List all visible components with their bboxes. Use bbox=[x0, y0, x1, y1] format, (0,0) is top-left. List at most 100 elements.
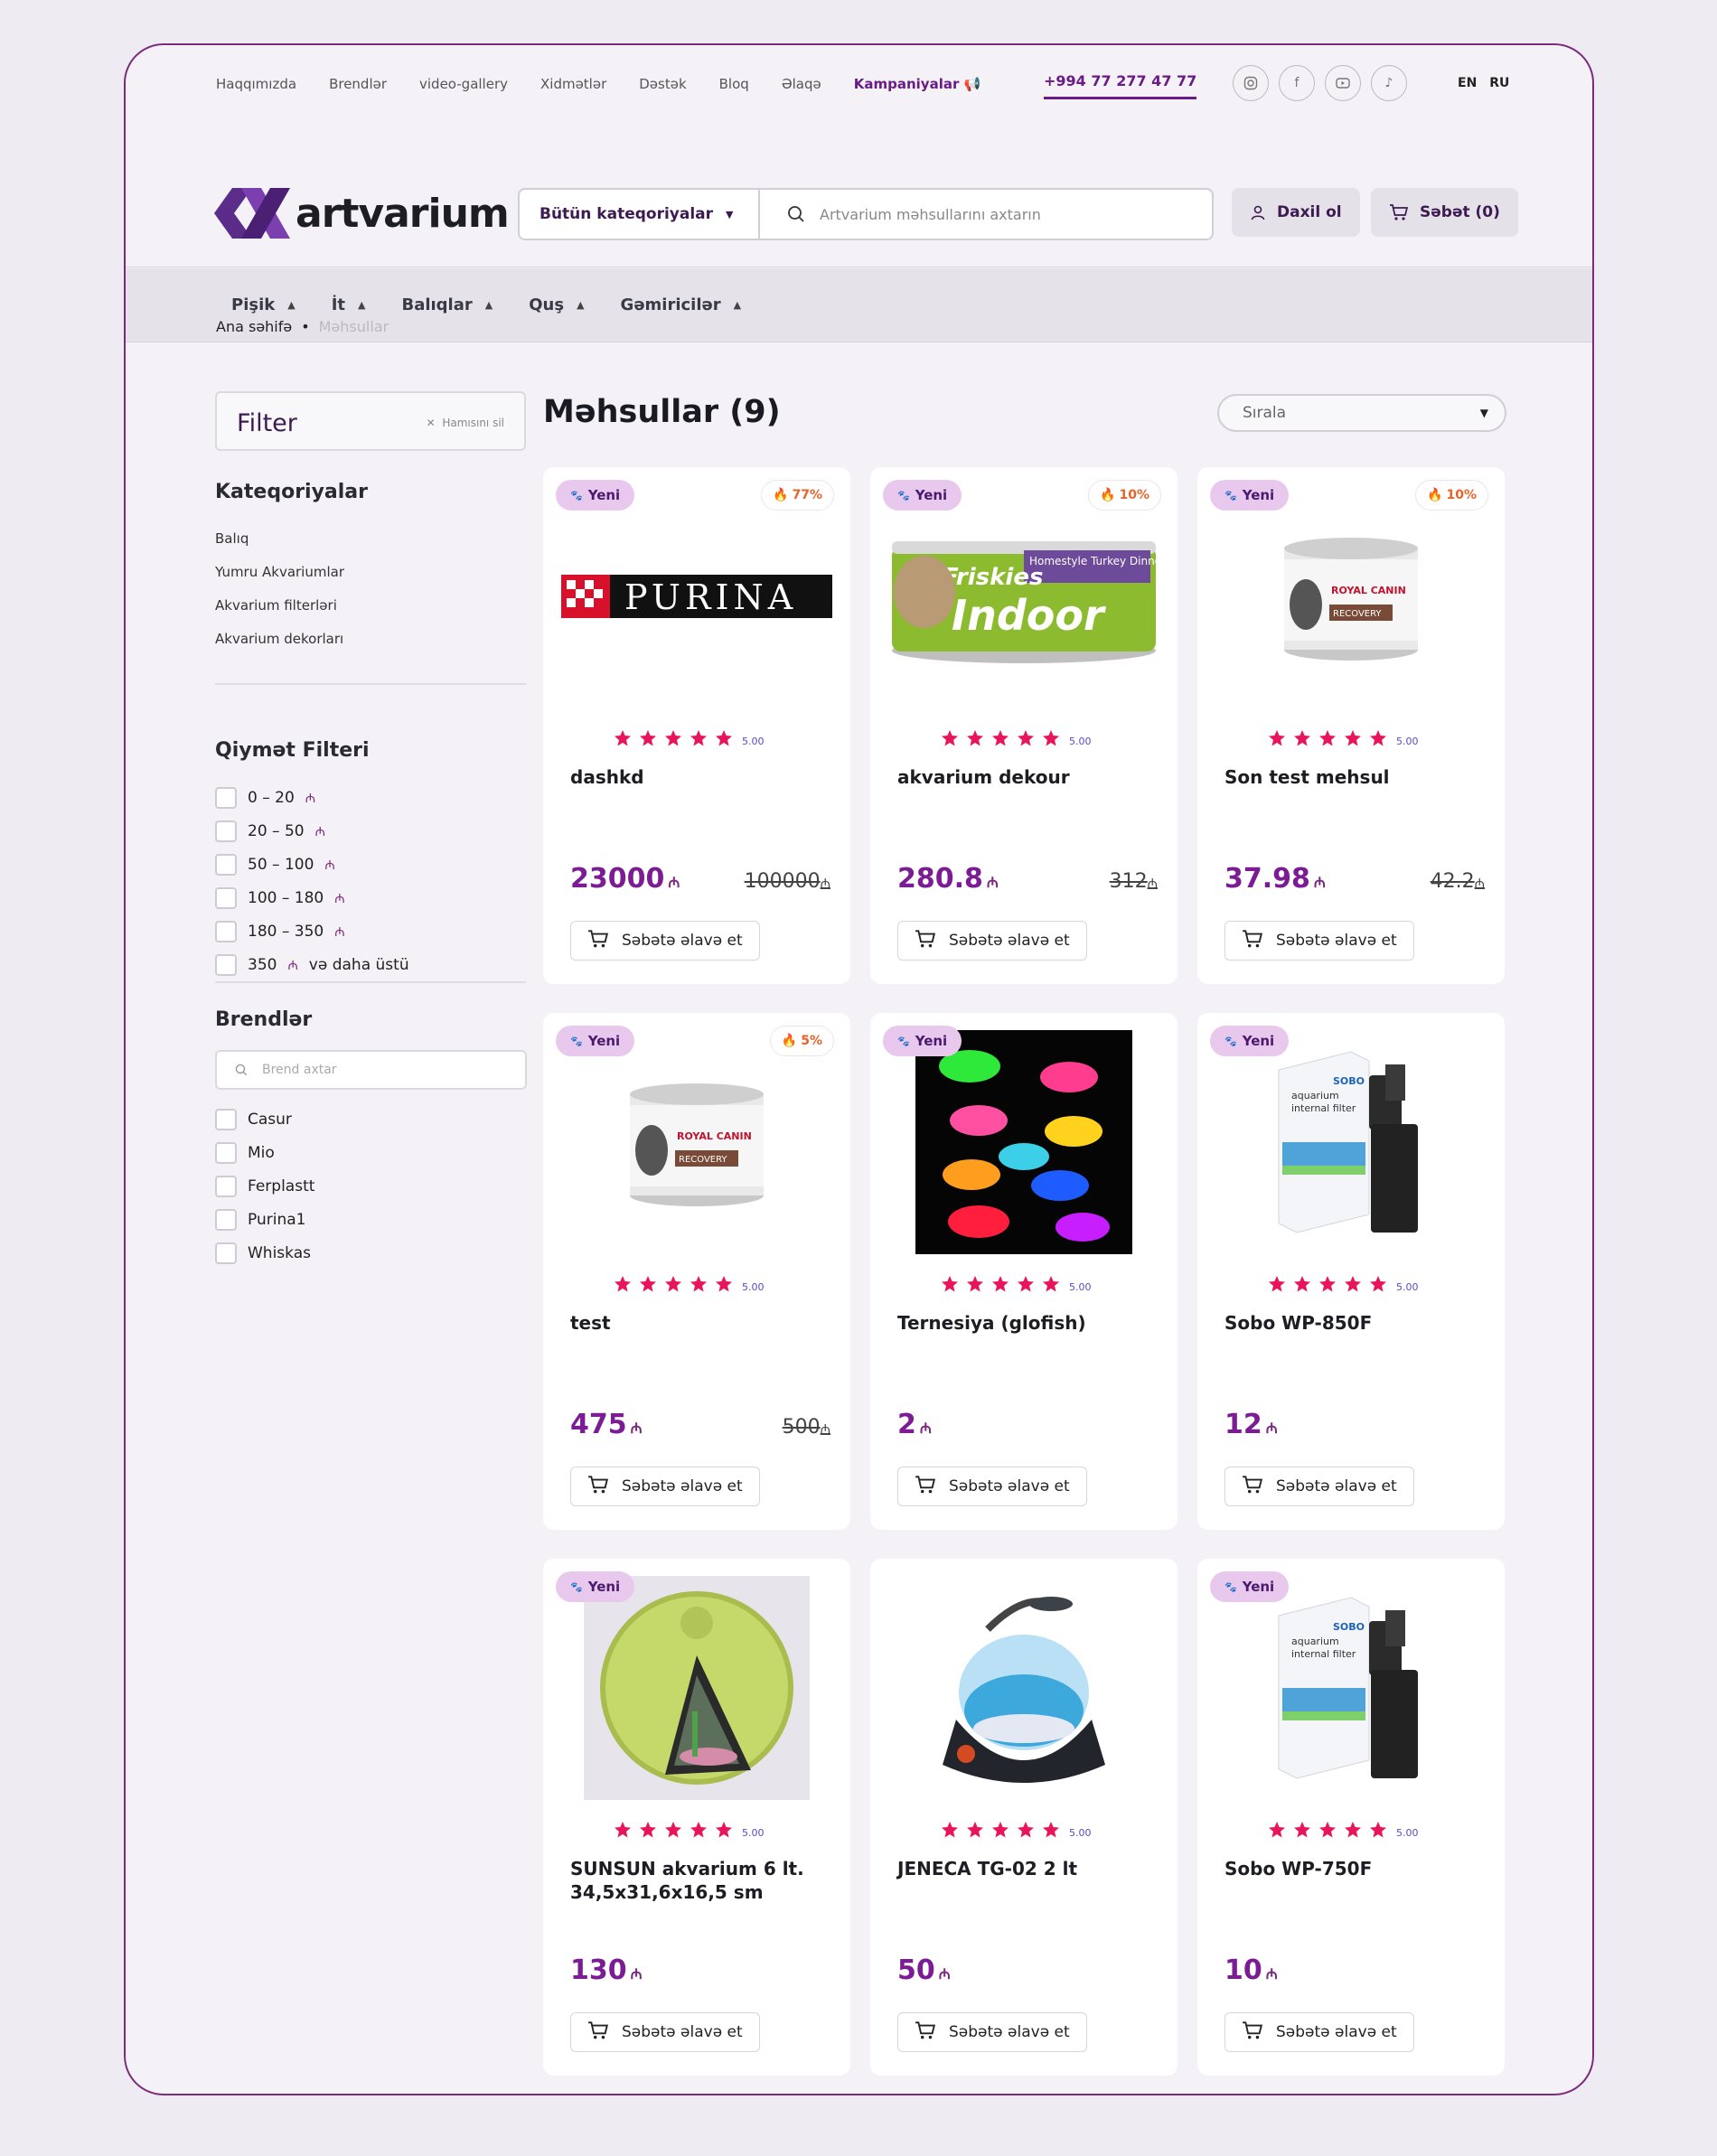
checkbox[interactable] bbox=[215, 921, 237, 942]
product-card[interactable]: 🐾 Yeni 5.00 Ternesiya (glofish) 2 ₼ Səbətə əla… bbox=[870, 1013, 1178, 1530]
category-item[interactable]: Akvarium dekorları bbox=[215, 623, 344, 656]
nav-label: Quş bbox=[529, 295, 565, 314]
product-name[interactable]: Sobo WP-850F bbox=[1224, 1311, 1487, 1335]
checkbox[interactable] bbox=[215, 820, 237, 842]
product-name[interactable]: Sobo WP-750F bbox=[1224, 1857, 1487, 1880]
currency-icon: ₼ bbox=[938, 1965, 951, 1983]
checkbox[interactable] bbox=[215, 1209, 237, 1231]
price-option[interactable]: 0 – 20 ₼ bbox=[215, 786, 409, 810]
product-card[interactable]: 5.00 JENECA TG-02 2 lt 50 ₼ Səbətə əlavə et bbox=[870, 1559, 1178, 2076]
checkbox[interactable] bbox=[215, 887, 237, 909]
price-option[interactable]: 350 ₼ və daha üstü bbox=[215, 953, 409, 977]
link-support[interactable]: Dəstək bbox=[639, 76, 686, 92]
product-image[interactable] bbox=[870, 1575, 1178, 1801]
product-name[interactable]: test bbox=[570, 1311, 832, 1335]
brand-option[interactable]: Mio bbox=[215, 1141, 314, 1165]
phone-link[interactable]: +994 77 277 47 77 bbox=[1044, 72, 1197, 99]
checkbox[interactable] bbox=[215, 854, 237, 876]
product-image[interactable]: aquarium internal filter SOBO bbox=[1197, 1029, 1505, 1255]
product-image[interactable]: Homestyle Turkey Dinner Friskies Indoor bbox=[870, 483, 1178, 709]
add-to-cart-button[interactable]: Səbətə əlavə et bbox=[1224, 1467, 1414, 1506]
product-name[interactable]: Ternesiya (glofish) bbox=[897, 1311, 1159, 1335]
brand-option[interactable]: Casur bbox=[215, 1108, 314, 1131]
link-contact[interactable]: Əlaqə bbox=[782, 76, 821, 92]
category-item[interactable]: Balıq bbox=[215, 522, 344, 556]
search-input[interactable]: Artvarium məhsullarını axtarın bbox=[760, 205, 1212, 223]
product-name[interactable]: akvarium dekour bbox=[897, 765, 1159, 789]
breadcrumb-home[interactable]: Ana səhifə bbox=[216, 318, 292, 335]
add-to-cart-button[interactable]: Səbətə əlavə et bbox=[1224, 2012, 1414, 2052]
star-icon bbox=[1268, 1821, 1286, 1844]
tiktok-icon[interactable]: ♪ bbox=[1371, 65, 1407, 101]
lang-ru[interactable]: RU bbox=[1489, 76, 1509, 90]
add-to-cart-button[interactable]: Səbətə əlavə et bbox=[1224, 921, 1414, 961]
product-name[interactable]: SUNSUN akvarium 6 lt. 34,5x31,6x16,5 sm bbox=[570, 1857, 832, 1904]
logo[interactable]: artvarium bbox=[214, 186, 510, 240]
link-about[interactable]: Haqqımızda bbox=[216, 76, 296, 92]
product-image[interactable]: ROYAL CANIN RECOVERY bbox=[1197, 483, 1505, 709]
product-image[interactable]: PURINA bbox=[543, 483, 850, 709]
product-image[interactable]: ROYAL CANIN RECOVERY bbox=[543, 1029, 850, 1255]
nav-item-fish[interactable]: Balıqlar ▲ bbox=[401, 295, 493, 314]
category-select[interactable]: Bütün kateqoriyalar ▼ bbox=[520, 190, 760, 239]
checkbox[interactable] bbox=[215, 1176, 237, 1197]
login-button[interactable]: Daxil ol bbox=[1232, 188, 1360, 237]
add-to-cart-button[interactable]: Səbətə əlavə et bbox=[570, 921, 760, 961]
product-card[interactable]: aquarium internal filter SOBO 🐾 Yeni 5.00 Sobo… bbox=[1197, 1013, 1505, 1530]
cart-icon bbox=[915, 1475, 936, 1499]
checkbox[interactable] bbox=[215, 1142, 237, 1164]
link-blog[interactable]: Bloq bbox=[719, 76, 749, 92]
product-name[interactable]: dashkd bbox=[570, 765, 832, 789]
link-video-gallery[interactable]: video-gallery bbox=[419, 76, 508, 92]
brand-option[interactable]: Whiskas bbox=[215, 1242, 314, 1265]
sort-select[interactable]: Sırala ▼ bbox=[1217, 394, 1506, 432]
clear-all-button[interactable]: ✕ Hamısını sil bbox=[427, 417, 504, 429]
facebook-icon[interactable]: f bbox=[1279, 65, 1315, 101]
nav-item-bird[interactable]: Quş ▲ bbox=[529, 295, 584, 314]
youtube-icon[interactable] bbox=[1325, 65, 1361, 101]
checkbox[interactable] bbox=[215, 1242, 237, 1264]
price-option[interactable]: 50 – 100 ₼ bbox=[215, 853, 409, 876]
star-icon bbox=[1318, 1275, 1337, 1298]
nav-item-rodents[interactable]: Gəmiricilər ▲ bbox=[621, 295, 742, 314]
instagram-icon[interactable] bbox=[1233, 65, 1269, 101]
category-item[interactable]: Yumru Akvariumlar bbox=[215, 556, 344, 589]
add-to-cart-button[interactable]: Səbətə əlavə et bbox=[570, 2012, 760, 2052]
brand-option[interactable]: Purina1 bbox=[215, 1208, 314, 1232]
price-option[interactable]: 180 – 350 ₼ bbox=[215, 920, 409, 943]
price-option[interactable]: 100 – 180 ₼ bbox=[215, 886, 409, 910]
product-image[interactable]: aquarium internal filter SOBO bbox=[1197, 1575, 1505, 1801]
product-image[interactable] bbox=[543, 1575, 850, 1801]
link-campaigns[interactable]: Kampaniyalar 📢 bbox=[854, 76, 981, 92]
search-icon bbox=[235, 1064, 248, 1076]
checkbox[interactable] bbox=[215, 954, 237, 976]
brand-option[interactable]: Ferplastt bbox=[215, 1175, 314, 1198]
add-to-cart-button[interactable]: Səbətə əlavə et bbox=[570, 1467, 760, 1506]
product-card[interactable]: Homestyle Turkey Dinner Friskies Indoor 🐾 Ye… bbox=[870, 467, 1178, 984]
star-icon bbox=[1293, 729, 1311, 753]
price-option[interactable]: 20 – 50 ₼ bbox=[215, 820, 409, 843]
product-name[interactable]: Son test mehsul bbox=[1224, 765, 1487, 789]
product-card[interactable]: PURINA 🐾 Yeni 🔥 77% 5.00 dashkd 23000 ₼ 100000₼ Sə… bbox=[543, 467, 850, 984]
currency-icon: ₼ bbox=[1474, 876, 1485, 891]
category-item[interactable]: Akvarium filterləri bbox=[215, 589, 344, 623]
brand-search-input[interactable]: Brend axtar bbox=[215, 1050, 527, 1090]
lang-en[interactable]: EN bbox=[1458, 76, 1477, 90]
product-name[interactable]: JENECA TG-02 2 lt bbox=[897, 1857, 1159, 1880]
checkbox[interactable] bbox=[215, 1109, 237, 1130]
link-brands[interactable]: Brendlər bbox=[329, 76, 387, 92]
brand-label: Mio bbox=[248, 1144, 275, 1162]
add-to-cart-button[interactable]: Səbətə əlavə et bbox=[897, 2012, 1087, 2052]
product-card[interactable]: ROYAL CANIN RECOVERY 🐾 Yeni 🔥 5% 5.00 test 475 ₼ 5… bbox=[543, 1013, 850, 1530]
product-card[interactable]: aquarium internal filter SOBO 🐾 Yeni 5.00 Sobo… bbox=[1197, 1559, 1505, 2076]
product-image[interactable] bbox=[870, 1029, 1178, 1255]
checkbox[interactable] bbox=[215, 787, 237, 809]
nav-item-cat[interactable]: Pişik ▲ bbox=[231, 295, 296, 314]
link-services[interactable]: Xidmətlər bbox=[540, 76, 606, 92]
add-to-cart-button[interactable]: Səbətə əlavə et bbox=[897, 1467, 1087, 1506]
product-card[interactable]: ROYAL CANIN RECOVERY 🐾 Yeni 🔥 10% 5.00 Son test… bbox=[1197, 467, 1505, 984]
add-to-cart-button[interactable]: Səbətə əlavə et bbox=[897, 921, 1087, 961]
nav-item-dog[interactable]: İt ▲ bbox=[332, 295, 366, 314]
cart-button[interactable]: Səbət (0) bbox=[1371, 188, 1518, 237]
product-card[interactable]: 🐾 Yeni 5.00 SUNSUN akvarium 6 lt. 34,5x31,6… bbox=[543, 1559, 850, 2076]
